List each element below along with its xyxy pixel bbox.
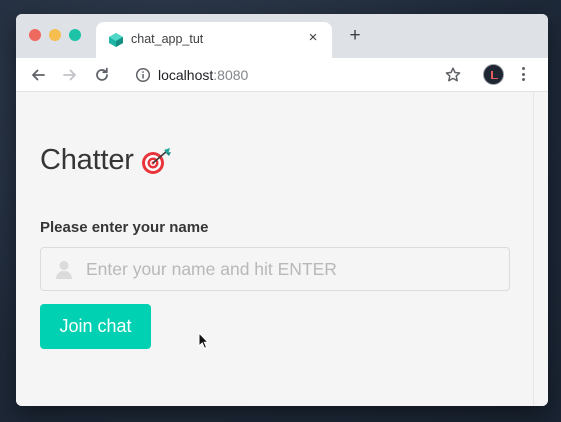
join-chat-button[interactable]: Join chat <box>40 304 151 349</box>
bookmark-star-icon[interactable] <box>444 66 462 84</box>
tab-title: chat_app_tut <box>131 32 204 46</box>
tab-chat-app[interactable]: chat_app_tut × <box>96 22 332 58</box>
new-tab-button[interactable]: + <box>346 26 364 45</box>
page-title: Chatter <box>40 144 134 176</box>
user-icon <box>56 261 72 279</box>
forward-arrow-icon[interactable] <box>61 66 79 84</box>
reload-icon[interactable] <box>93 66 111 84</box>
name-label: Please enter your name <box>40 219 209 236</box>
tab-strip: chat_app_tut × + <box>16 14 548 58</box>
more-menu-icon[interactable] <box>521 67 527 83</box>
name-field[interactable] <box>40 247 510 291</box>
browser-toolbar: localhost:8080 <box>16 58 548 92</box>
close-window-button[interactable] <box>29 29 41 41</box>
mouse-cursor-icon <box>198 332 210 349</box>
maximize-window-button[interactable] <box>69 29 81 41</box>
url-host: localhost <box>158 67 214 83</box>
url-port: :8080 <box>213 67 249 83</box>
name-input[interactable] <box>86 248 506 290</box>
back-arrow-icon[interactable] <box>29 66 47 84</box>
direct-hit-target-icon <box>141 147 171 174</box>
address-bar[interactable]: localhost:8080 <box>158 67 248 83</box>
close-tab-icon[interactable]: × <box>304 29 322 47</box>
minimize-window-button[interactable] <box>49 29 61 41</box>
profile-avatar[interactable] <box>483 64 504 85</box>
scrollbar-track[interactable] <box>533 92 534 406</box>
page-heading: Chatter <box>40 144 172 177</box>
cube-favicon-icon <box>109 33 123 47</box>
page-viewport: Chatter Please enter your name Join chat <box>16 92 548 406</box>
browser-window: chat_app_tut × + localhost:8080 Chatter <box>16 14 548 406</box>
info-icon[interactable] <box>135 67 151 83</box>
